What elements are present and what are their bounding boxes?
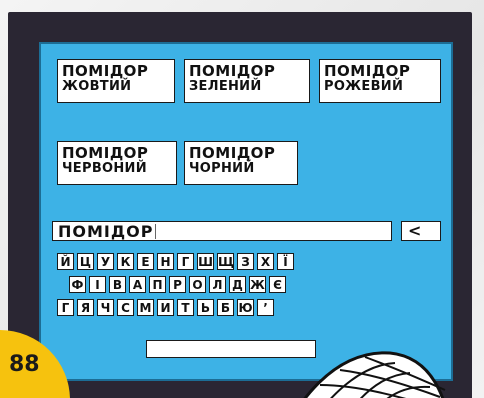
key[interactable]: Й	[57, 253, 74, 270]
card-subtitle: ЧЕРВОНИЙ	[62, 161, 147, 176]
search-input[interactable]: ПОМІДОР	[52, 221, 392, 241]
key[interactable]: З	[237, 253, 254, 270]
text-caret	[155, 224, 157, 239]
key[interactable]: С	[117, 299, 134, 316]
key[interactable]: Ш	[197, 253, 214, 270]
backspace-button[interactable]: <	[401, 221, 441, 241]
backspace-icon: <	[408, 221, 422, 240]
key[interactable]: Ж	[249, 276, 266, 293]
card-title: ПОМІДОР	[62, 62, 149, 80]
key[interactable]: ’	[257, 299, 274, 316]
key[interactable]: Н	[157, 253, 174, 270]
key[interactable]: Т	[177, 299, 194, 316]
key[interactable]: Г	[177, 253, 194, 270]
keyboard-row-2: Ф І В А П Р О Л Д Ж Є	[69, 276, 286, 293]
key[interactable]: А	[129, 276, 146, 293]
keyboard-row-1: Й Ц У К Е Н Г Ш Щ З Х Ї	[57, 253, 294, 270]
key[interactable]: Щ	[217, 253, 234, 270]
keyboard-row-3: Г Я Ч С М И Т Ь Б Ю ’	[57, 299, 274, 316]
result-card-yellow-tomato[interactable]: ПОМІДОР ЖОВТИЙ	[57, 59, 175, 103]
result-card-black-tomato[interactable]: ПОМІДОР ЧОРНИЙ	[184, 141, 298, 185]
card-title: ПОМІДОР	[324, 62, 411, 80]
key[interactable]: Г	[57, 299, 74, 316]
card-subtitle: ЧОРНИЙ	[189, 161, 255, 176]
key[interactable]: Р	[169, 276, 186, 293]
page-number: 88	[9, 352, 40, 377]
result-card-pink-tomato[interactable]: ПОМІДОР РОЖЕВИЙ	[319, 59, 441, 103]
key[interactable]: К	[117, 253, 134, 270]
result-card-green-tomato[interactable]: ПОМІДОР ЗЕЛЕНИЙ	[184, 59, 310, 103]
key[interactable]: О	[189, 276, 206, 293]
comic-page: ПОМІДОР ЖОВТИЙ ПОМІДОР ЗЕЛЕНИЙ ПОМІДОР Р…	[0, 0, 484, 398]
key[interactable]: У	[97, 253, 114, 270]
key[interactable]: І	[89, 276, 106, 293]
key[interactable]: В	[109, 276, 126, 293]
card-subtitle: ЗЕЛЕНИЙ	[189, 79, 262, 94]
key[interactable]: Ч	[97, 299, 114, 316]
key[interactable]: Е	[137, 253, 154, 270]
key[interactable]: Ь	[197, 299, 214, 316]
key[interactable]: П	[149, 276, 166, 293]
card-subtitle: РОЖЕВИЙ	[324, 79, 404, 94]
net-illustration	[303, 351, 446, 398]
key[interactable]: Ю	[237, 299, 254, 316]
key[interactable]: Ц	[77, 253, 94, 270]
card-title: ПОМІДОР	[189, 62, 276, 80]
card-title: ПОМІДОР	[62, 144, 149, 162]
key[interactable]: Л	[209, 276, 226, 293]
search-input-value: ПОМІДОР	[58, 222, 154, 241]
card-title: ПОМІДОР	[189, 144, 276, 162]
key[interactable]: Ф	[69, 276, 86, 293]
key[interactable]: Я	[77, 299, 94, 316]
key[interactable]: Х	[257, 253, 274, 270]
key[interactable]: Ї	[277, 253, 294, 270]
key[interactable]: Д	[229, 276, 246, 293]
key[interactable]: Б	[217, 299, 234, 316]
key[interactable]: М	[137, 299, 154, 316]
key[interactable]: И	[157, 299, 174, 316]
card-subtitle: ЖОВТИЙ	[62, 79, 132, 94]
result-card-red-tomato[interactable]: ПОМІДОР ЧЕРВОНИЙ	[57, 141, 177, 185]
key[interactable]: Є	[269, 276, 286, 293]
